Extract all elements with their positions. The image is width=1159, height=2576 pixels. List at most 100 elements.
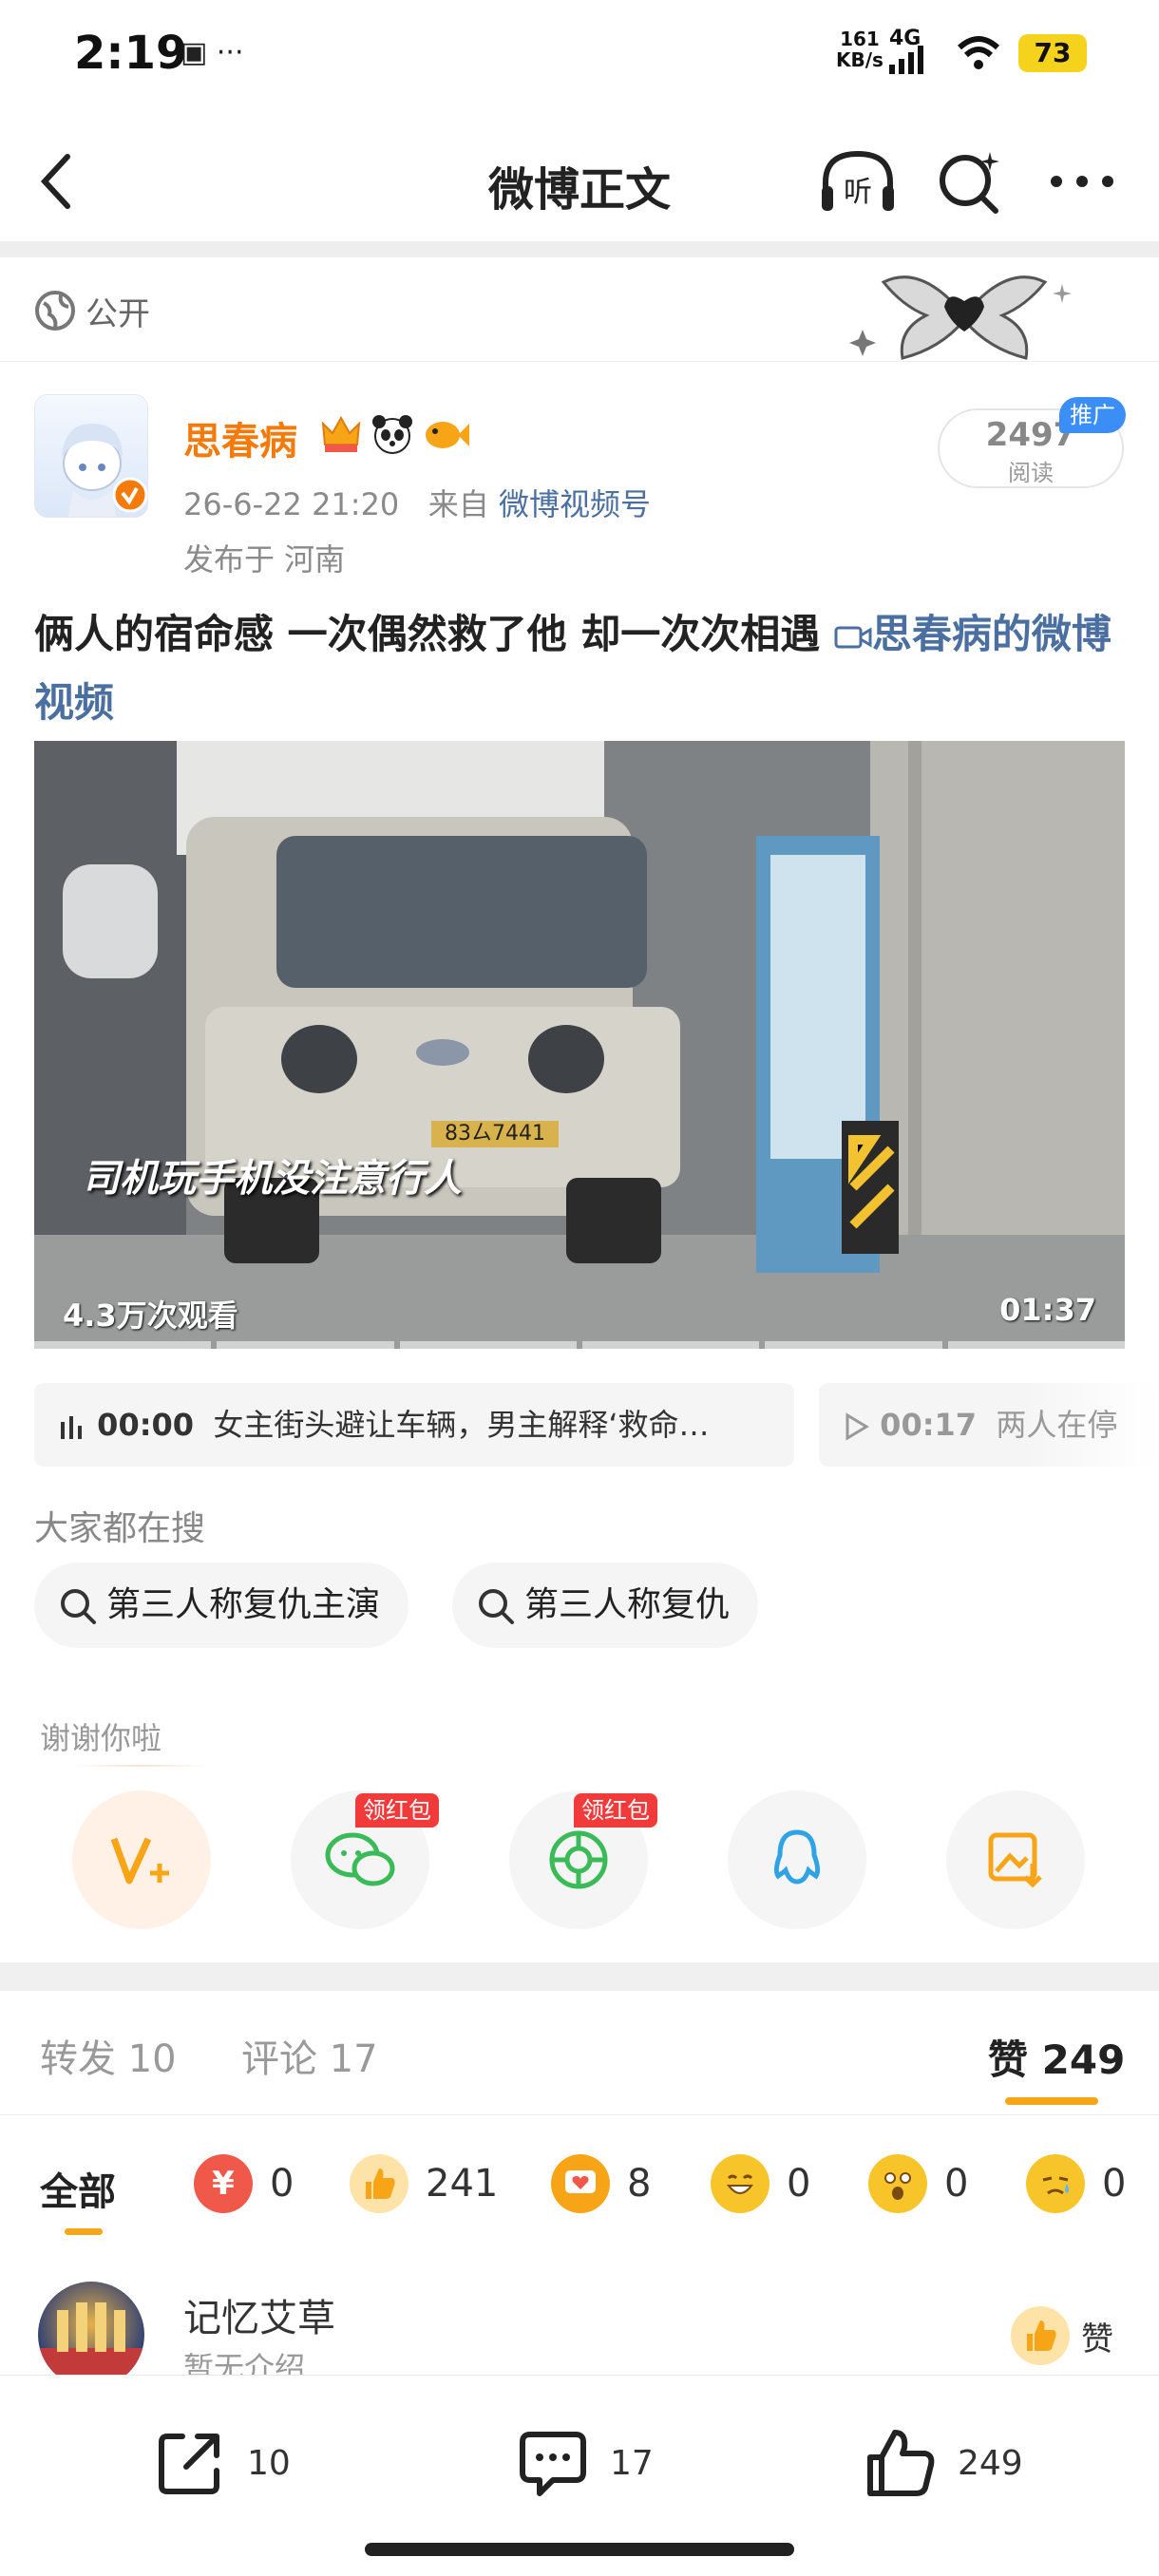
qq-share-button[interactable] <box>728 1790 866 1929</box>
comment-icon <box>520 2432 586 2496</box>
reaction-filter-surprised[interactable]: 0 <box>868 2154 968 2213</box>
reaction-filter-all[interactable]: 全部 <box>40 2161 116 2216</box>
more-button[interactable] <box>1039 139 1125 224</box>
trending-search-heading: 大家都在搜 <box>34 1509 206 1548</box>
wifi-icon <box>957 36 1000 69</box>
video-player[interactable]: 83ㄙ7441 司机玩手机没注意行人 4.3万次观看 01:37 <box>34 741 1125 1349</box>
liker-like-button[interactable]: 赞 <box>1011 2306 1113 2365</box>
post-body: 俩人的宿命感 一次偶然救了他 却一次次相遇 <box>34 611 834 657</box>
active-tab-indicator <box>1005 2097 1098 2105</box>
promote-badge[interactable]: 推广 <box>1059 397 1126 433</box>
thanks-label: 谢谢你啦 <box>40 1720 162 1756</box>
save-image-icon <box>988 1832 1042 1888</box>
play-icon <box>846 1412 869 1441</box>
section-divider <box>0 1962 1159 1991</box>
video-duration: 01:37 <box>999 1292 1096 1328</box>
post-text: 俩人的宿命感 一次偶然救了他 却一次次相遇 思春病的微博视频 <box>34 600 1136 737</box>
source-link[interactable]: 微博视频号 <box>499 486 651 522</box>
reaction-filter-thumbs[interactable]: 241 <box>350 2154 498 2213</box>
read-label: 阅读 <box>1008 460 1054 486</box>
video-progress-segments[interactable] <box>34 1341 1125 1349</box>
thumbs-up-outline-icon <box>867 2430 935 2496</box>
reaction-filter-sad[interactable]: 0 <box>1026 2154 1126 2213</box>
post-date: 26-6-22 21:20 <box>183 486 400 522</box>
save-image-button[interactable] <box>946 1790 1085 1929</box>
signal-icon <box>889 46 923 74</box>
repost-icon <box>159 2434 219 2494</box>
active-filter-indicator <box>65 2228 103 2235</box>
post-meta: 26-6-22 21:20 来自 微博视频号 <box>183 481 651 524</box>
search-icon <box>479 1589 514 1624</box>
chapter-title: 两人在停 <box>996 1407 1118 1443</box>
audio-bars-icon <box>61 1416 82 1439</box>
yuan-icon: ¥ <box>194 2154 253 2213</box>
thumbs-up-icon <box>350 2154 408 2213</box>
progress-segment <box>217 1341 394 1349</box>
more-dots-icon <box>1051 176 1113 187</box>
butterfly-decoration-icon <box>849 275 1072 360</box>
like-button[interactable]: 249 <box>864 2427 1023 2499</box>
globe-icon <box>35 291 75 331</box>
liker-name[interactable]: 记忆艾草 <box>183 2287 335 2342</box>
chapter-item[interactable]: 00:17 两人在停 <box>819 1383 1159 1467</box>
visibility-row: 公开 <box>0 257 1159 362</box>
chapter-item[interactable]: 00:00 女主街头避让车辆，男主解释‘救命… <box>34 1383 794 1467</box>
laugh-icon <box>711 2154 770 2213</box>
chapter-time: 00:00 <box>97 1407 195 1443</box>
repost-button[interactable]: 10 <box>154 2427 291 2499</box>
home-indicator[interactable] <box>365 2543 794 2556</box>
search-sparkle-icon <box>940 152 999 214</box>
progress-segment <box>34 1341 212 1349</box>
visibility-label: 公开 <box>86 295 150 333</box>
red-packet-tag: 领红包 <box>355 1793 439 1828</box>
search-suggestion[interactable]: 第三人称复仇 <box>452 1563 759 1648</box>
vplus-icon <box>110 1837 169 1885</box>
sad-icon <box>1026 2154 1085 2213</box>
progress-segment <box>581 1341 760 1349</box>
battery-indicator: 73 <box>1018 34 1087 72</box>
progress-segment <box>765 1341 942 1349</box>
thumbs-up-icon <box>1011 2306 1070 2365</box>
network-speed: 161 KB/s <box>836 28 884 71</box>
red-packet-tag: 领红包 <box>574 1793 657 1828</box>
video-views: 4.3万次观看 <box>63 1297 238 1334</box>
liker-avatar[interactable] <box>38 2282 144 2388</box>
panda-icon <box>372 415 412 454</box>
video-caption: 司机玩手机没注意行人 <box>82 1157 462 1201</box>
crown-badge-icon <box>321 415 361 452</box>
status-extra-icons: ▣ ··· <box>180 36 244 69</box>
tab-likes[interactable]: 赞 249 <box>988 2028 1125 2086</box>
progress-segment <box>947 1341 1125 1349</box>
section-divider <box>0 242 1159 257</box>
reaction-filter-heart[interactable]: 8 <box>551 2154 651 2213</box>
comment-button[interactable]: 17 <box>517 2427 654 2499</box>
status-bar: 2:19 ▣ ··· 161 KB/s 4G 73 <box>0 0 1159 114</box>
surprised-icon <box>868 2154 927 2213</box>
top-nav: 微博正文 听 <box>0 114 1159 242</box>
weibo-vplus-share-button[interactable] <box>72 1790 211 1929</box>
fish-badge-icon <box>426 422 469 448</box>
search-suggestion[interactable]: 第三人称复仇主演 <box>34 1563 409 1648</box>
search-button[interactable] <box>927 139 1013 224</box>
post-location: 发布于 河南 <box>183 541 346 578</box>
video-link-icon <box>834 626 872 648</box>
chapter-title: 女主街头避让车辆，男主解释‘救命… <box>213 1407 710 1443</box>
headphones-icon: 听 <box>822 150 894 211</box>
status-time: 2:19 <box>74 27 188 80</box>
source-prefix: 来自 <box>428 486 489 522</box>
divider <box>0 2114 1159 2115</box>
wechat-icon <box>325 1832 395 1886</box>
tab-comments[interactable]: 评论 17 <box>241 2028 378 2083</box>
listen-button[interactable]: 听 <box>815 139 901 224</box>
search-icon <box>61 1589 96 1624</box>
avatar-image <box>38 2302 144 2388</box>
reaction-filter-laugh[interactable]: 0 <box>711 2154 810 2213</box>
author-name[interactable]: 思春病 <box>183 410 297 465</box>
listen-label: 听 <box>844 176 872 209</box>
reaction-filter-yuan[interactable]: ¥ 0 <box>194 2154 294 2213</box>
video-frame: 83ㄙ7441 <box>34 741 1125 1349</box>
thanks-underline <box>74 1765 207 1767</box>
progress-segment <box>399 1341 577 1349</box>
tab-reposts[interactable]: 转发 10 <box>40 2028 177 2083</box>
chapter-time: 00:17 <box>880 1407 978 1443</box>
